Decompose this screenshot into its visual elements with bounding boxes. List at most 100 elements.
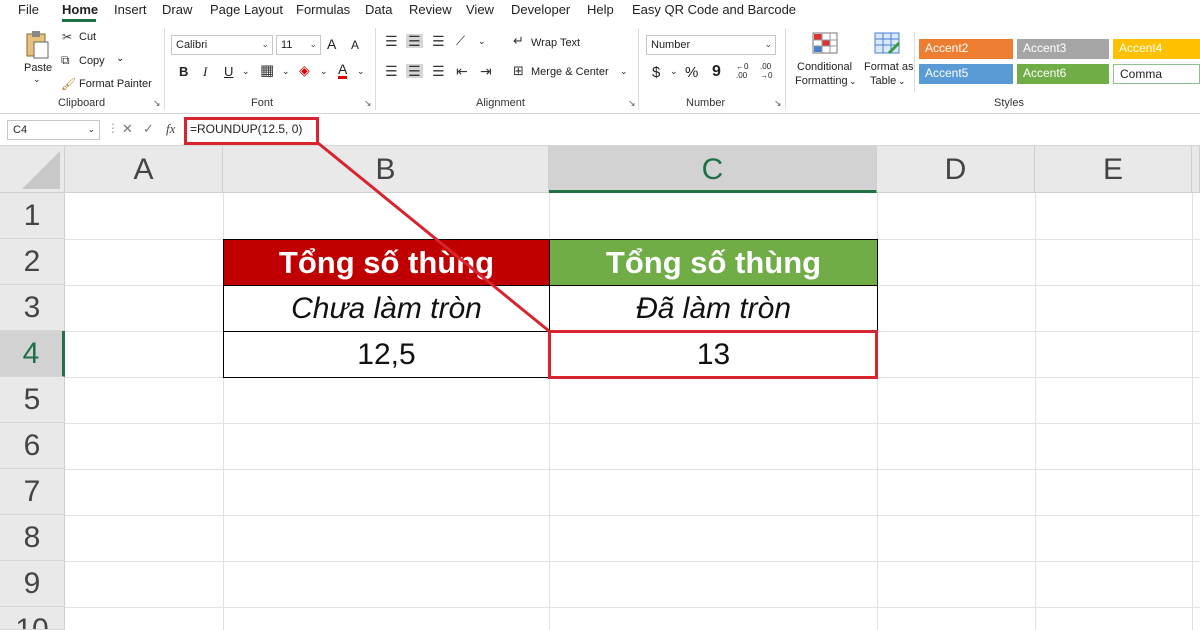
more-options-icon[interactable]: ⋮ xyxy=(107,121,119,135)
enter-icon[interactable]: ✓ xyxy=(143,121,154,137)
tab-review[interactable]: Review xyxy=(409,2,452,17)
align-top-icon[interactable]: ☰ xyxy=(385,34,398,48)
insert-function-icon[interactable]: fx xyxy=(166,121,175,137)
clipboard-launcher-icon[interactable]: ↘ xyxy=(153,98,161,109)
format-as-table-button[interactable]: Format as xyxy=(864,61,914,73)
orientation-icon[interactable]: ⟋ xyxy=(456,34,465,48)
merge-center-button[interactable]: Merge & Center xyxy=(531,66,609,78)
increase-indent-icon[interactable]: ⇥ xyxy=(480,64,492,78)
cell-c2[interactable]: Tổng số thùng xyxy=(550,240,877,285)
row-header-4[interactable]: 4 xyxy=(0,331,65,377)
orientation-dropdown-icon[interactable]: ⌄ xyxy=(478,36,486,47)
tab-file[interactable]: File xyxy=(18,2,39,17)
percent-button[interactable]: % xyxy=(685,64,698,81)
style-accent5[interactable]: Accent5 xyxy=(919,64,1013,84)
row-header-2[interactable]: 2 xyxy=(0,239,65,285)
cell-c4[interactable]: 13 xyxy=(550,332,877,377)
style-comma[interactable]: Comma xyxy=(1113,64,1200,84)
column-header-f[interactable] xyxy=(1192,146,1200,193)
tab-formulas[interactable]: Formulas xyxy=(296,2,350,17)
format-painter-button[interactable]: Format Painter xyxy=(79,78,152,90)
font-family-select[interactable]: Calibri ⌄ xyxy=(171,35,273,55)
number-format-select[interactable]: Number ⌄ xyxy=(646,35,776,55)
shrink-font-button[interactable]: A xyxy=(351,38,359,52)
cancel-icon[interactable]: ✕ xyxy=(122,121,133,137)
cell-b4[interactable]: 12,5 xyxy=(224,332,549,377)
borders-dropdown-icon[interactable]: ⌄ xyxy=(282,66,290,77)
align-middle-icon[interactable]: ☰ xyxy=(406,34,423,48)
bold-button[interactable]: B xyxy=(179,64,188,79)
conditional-formatting-button[interactable]: Conditional xyxy=(797,61,852,73)
row-header-1[interactable]: 1 xyxy=(0,193,65,239)
decrease-indent-icon[interactable]: ⇤ xyxy=(456,64,468,78)
column-header-c[interactable]: C xyxy=(549,146,877,193)
format-as-table-icon[interactable] xyxy=(874,32,900,57)
align-right-icon[interactable]: ☰ xyxy=(432,64,445,78)
tab-insert[interactable]: Insert xyxy=(114,2,147,17)
currency-button[interactable]: $ xyxy=(652,64,660,81)
style-accent2[interactable]: Accent2 xyxy=(919,39,1013,59)
column-header-d[interactable]: D xyxy=(877,146,1035,193)
font-size-select[interactable]: 11 ⌄ xyxy=(276,35,321,55)
style-accent4[interactable]: Accent4 xyxy=(1113,39,1200,59)
tab-data[interactable]: Data xyxy=(365,2,392,17)
tab-page-layout[interactable]: Page Layout xyxy=(210,2,283,17)
number-launcher-icon[interactable]: ↘ xyxy=(774,98,782,109)
style-accent6[interactable]: Accent6 xyxy=(1017,64,1109,84)
increase-decimal-button[interactable]: ←0.00 xyxy=(736,62,748,80)
fill-color-icon[interactable]: ◈ xyxy=(299,63,310,77)
row-header-8[interactable]: 8 xyxy=(0,515,65,561)
font-color-dropdown-icon[interactable]: ⌄ xyxy=(357,66,365,77)
conditional-formatting-icon[interactable] xyxy=(812,32,838,57)
tab-home[interactable]: Home xyxy=(62,2,98,17)
merge-dropdown-icon[interactable]: ⌄ xyxy=(620,66,628,77)
row-header-6[interactable]: 6 xyxy=(0,423,65,469)
format-table-dropdown-icon[interactable]: ⌄ xyxy=(898,76,906,87)
table-divider xyxy=(223,331,878,332)
alignment-launcher-icon[interactable]: ↘ xyxy=(628,98,636,109)
align-center-icon[interactable]: ☰ xyxy=(406,64,423,78)
row-header-9[interactable]: 9 xyxy=(0,561,65,607)
cut-button[interactable]: Cut xyxy=(79,31,96,43)
column-header-b[interactable]: B xyxy=(223,146,549,193)
tab-help[interactable]: Help xyxy=(587,2,614,17)
underline-button[interactable]: U xyxy=(224,64,233,79)
tab-developer[interactable]: Developer xyxy=(511,2,570,17)
cell-b2[interactable]: Tổng số thùng xyxy=(224,240,549,285)
cell-c3[interactable]: Đã làm tròn xyxy=(550,286,877,331)
wrap-text-button[interactable]: Wrap Text xyxy=(531,37,580,49)
style-accent3[interactable]: Accent3 xyxy=(1017,39,1109,59)
font-color-button[interactable]: A xyxy=(338,62,348,79)
row-header-10[interactable]: 10 xyxy=(0,607,65,630)
select-all-button[interactable] xyxy=(0,146,65,193)
row-header-7[interactable]: 7 xyxy=(0,469,65,515)
formula-input[interactable]: =ROUNDUP(12.5, 0) xyxy=(190,122,302,136)
font-launcher-icon[interactable]: ↘ xyxy=(364,98,372,109)
row-header-3[interactable]: 3 xyxy=(0,285,65,331)
copy-dropdown-icon[interactable]: ⌄ xyxy=(116,53,124,64)
row-header-5[interactable]: 5 xyxy=(0,377,65,423)
align-bottom-icon[interactable]: ☰ xyxy=(432,34,445,48)
cell-b3[interactable]: Chưa làm tròn xyxy=(224,286,549,331)
decrease-decimal-button[interactable]: .00 →0 xyxy=(760,62,772,80)
tab-view[interactable]: View xyxy=(466,2,494,17)
currency-dropdown-icon[interactable]: ⌄ xyxy=(670,66,678,77)
fill-dropdown-icon[interactable]: ⌄ xyxy=(320,66,328,77)
paste-dropdown-icon[interactable]: ⌄ xyxy=(33,74,41,85)
tab-easy-qr[interactable]: Easy QR Code and Barcode xyxy=(632,2,796,17)
tab-draw[interactable]: Draw xyxy=(162,2,192,17)
paste-icon[interactable] xyxy=(24,30,50,60)
copy-button[interactable]: Copy xyxy=(79,55,105,67)
name-box[interactable]: C4 ⌄ xyxy=(7,120,100,140)
comma-style-button[interactable]: 9 xyxy=(712,63,721,81)
conditional-dropdown-icon[interactable]: ⌄ xyxy=(849,76,857,87)
borders-icon[interactable]: ▦ xyxy=(260,63,274,78)
grow-font-button[interactable]: A xyxy=(327,36,336,52)
gridline xyxy=(65,515,1200,516)
paste-button[interactable]: Paste xyxy=(24,62,52,74)
underline-dropdown-icon[interactable]: ⌄ xyxy=(242,66,250,77)
column-header-e[interactable]: E xyxy=(1035,146,1192,193)
align-left-icon[interactable]: ☰ xyxy=(385,64,398,78)
column-header-a[interactable]: A xyxy=(65,146,223,193)
italic-button[interactable]: I xyxy=(203,64,207,80)
